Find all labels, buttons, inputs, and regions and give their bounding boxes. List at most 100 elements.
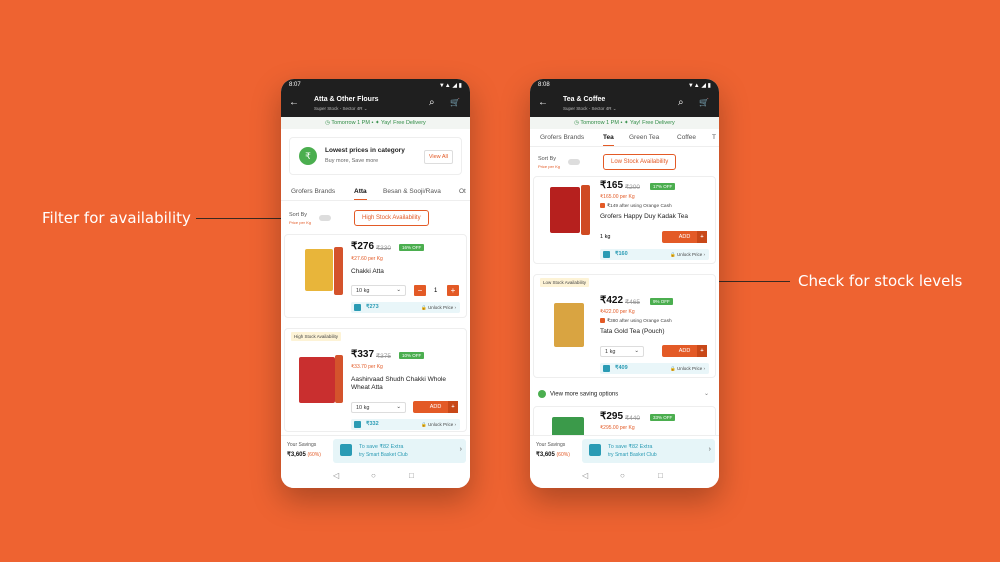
product-image[interactable]	[299, 357, 335, 403]
nav-recent-icon[interactable]: □	[409, 471, 414, 480]
discount-badge: 16% OFF	[399, 244, 425, 251]
store-subtitle[interactable]: Super Stock - Sector 4R ⌄	[314, 106, 368, 112]
unlock-price-link[interactable]: 🔒 Unlock Price ›	[670, 252, 705, 258]
product-mrp: ₹200	[625, 184, 640, 191]
sort-toggle[interactable]	[568, 159, 580, 165]
phone-atta: 8:07 ▼▲ ◢ ▮ ← Atta & Other Flours Super S…	[281, 79, 470, 488]
more-saving-label: View more saving options	[550, 391, 619, 398]
price-per-kg: ₹422.00 per Kg	[600, 309, 635, 315]
price-per-kg: ₹295.00 per Kg	[600, 425, 635, 431]
unlock-price-link[interactable]: 🔒 Unlock Price ›	[421, 422, 456, 428]
club-price-bar[interactable]: ₹332 🔒 Unlock Price ›	[351, 419, 460, 430]
sort-toggle[interactable]	[319, 215, 331, 221]
delivery-separator: •	[620, 120, 623, 126]
product-mrp: ₹440	[625, 415, 640, 422]
pack-size-select[interactable]: 1 kg ⌄	[600, 346, 644, 357]
club-icon	[354, 304, 361, 311]
tab-other[interactable]: T	[712, 134, 716, 141]
orange-cash-note: ₹380 after using Orange Cash	[600, 318, 672, 324]
pack-size-value: 1 kg	[605, 349, 616, 355]
product-price: ₹276	[351, 241, 375, 252]
product-image[interactable]	[305, 249, 333, 291]
product-image[interactable]	[550, 187, 580, 233]
add-button[interactable]: ADD +	[662, 345, 707, 357]
cart-icon[interactable]: 🛒	[699, 98, 709, 107]
club-icon	[603, 365, 610, 372]
store-subtitle[interactable]: Super Stock - Sector 4R ⌄	[563, 106, 617, 112]
product-price: ₹422	[600, 295, 624, 306]
page-title: Atta & Other Flours	[314, 96, 379, 103]
search-icon[interactable]: ⌕	[429, 97, 435, 108]
stock-badge: Low Stock Availability	[540, 278, 589, 287]
club-price: ₹332	[366, 421, 379, 427]
orange-cash-text: ₹149 after using Orange Cash	[607, 203, 672, 209]
tab-grofers-brands[interactable]: Grofers Brands	[540, 134, 584, 141]
smart-basket-banner[interactable]: To save ₹82 Extra try Smart Basket Club …	[333, 439, 466, 463]
filter-chip-high-stock[interactable]: High Stock Availability	[354, 210, 429, 226]
tab-atta[interactable]: Atta	[354, 188, 367, 200]
product-image[interactable]	[554, 303, 584, 347]
tab-grofers-brands[interactable]: Grofers Brands	[291, 188, 335, 195]
orange-cash-note: ₹149 after using Orange Cash	[600, 203, 672, 209]
chevron-down-icon: ⌄	[612, 106, 617, 111]
back-arrow-icon[interactable]: ←	[538, 97, 548, 108]
product-name[interactable]: Tata Gold Tea (Pouch)	[600, 328, 705, 336]
tab-coffee[interactable]: Coffee	[677, 134, 696, 141]
unlock-price-link[interactable]: 🔒 Unlock Price ›	[670, 366, 705, 372]
nav-back-icon[interactable]: ◁	[333, 471, 339, 480]
unlock-price-link[interactable]: 🔒 Unlock Price ›	[421, 305, 456, 311]
tab-besan-sooji[interactable]: Besan & Sooji/Rava	[383, 188, 441, 195]
quantity-value: 1	[434, 288, 438, 294]
pack-size-select[interactable]: 10 kg ⌄	[351, 285, 406, 296]
product-mrp: ₹465	[625, 299, 640, 306]
app-header: ← Atta & Other Flours Super Stock - Sect…	[281, 91, 470, 117]
back-arrow-icon[interactable]: ←	[289, 97, 299, 108]
savings-value: ₹3,605 (60%)	[536, 451, 570, 458]
tab-green-tea[interactable]: Green Tea	[629, 134, 659, 141]
product-name[interactable]: Aashirvaad Shudh Chakki Whole Wheat Atta	[351, 376, 456, 392]
stock-badge: High Stock Availability	[291, 332, 341, 341]
nav-back-icon[interactable]: ◁	[582, 471, 588, 480]
club-price: ₹160	[615, 251, 628, 257]
view-all-button[interactable]: View All	[423, 150, 453, 164]
savings-amount: ₹3,605	[536, 452, 555, 458]
cart-icon[interactable]: 🛒	[450, 98, 460, 107]
tab-tea[interactable]: Tea	[603, 134, 614, 146]
clock-icon: ◷	[574, 120, 579, 126]
more-saving-options[interactable]: View more saving options ⌄	[538, 390, 711, 398]
android-nav-bar: ◁ ○ □	[281, 465, 470, 488]
club-price-bar[interactable]: ₹160 🔒 Unlock Price ›	[600, 249, 709, 260]
filter-chip-low-stock[interactable]: Low Stock Availability	[603, 154, 677, 170]
add-button[interactable]: ADD +	[413, 401, 458, 413]
club-price-bar[interactable]: ₹409 🔒 Unlock Price ›	[600, 363, 709, 374]
increase-qty-button[interactable]: +	[447, 285, 459, 296]
nav-home-icon[interactable]: ○	[371, 471, 376, 480]
nav-home-icon[interactable]: ○	[620, 471, 625, 480]
club-price-bar[interactable]: ₹273 🔒 Unlock Price ›	[351, 302, 460, 313]
product-name[interactable]: Grofers Happy Duy Kadak Tea	[600, 213, 705, 221]
tab-other[interactable]: Ot	[459, 188, 466, 195]
price-per-kg: ₹27.60 per Kg	[351, 256, 383, 262]
pack-size-select[interactable]: 10 kg ⌄	[351, 402, 406, 413]
product-card-tata-gold: Low Stock Availability ₹422 ₹465 9% OFF …	[533, 274, 716, 378]
chevron-down-icon: ⌄	[634, 348, 639, 354]
page-title: Tea & Coffee	[563, 96, 606, 103]
status-icons: ▼▲ ◢ ▮	[438, 83, 462, 89]
savings-footer: Your Savings ₹3,605 (60%) To save ₹82 Ex…	[281, 435, 470, 465]
rupee-icon: ₹	[299, 147, 317, 165]
android-nav-bar: ◁ ○ □	[530, 465, 719, 488]
status-bar: 8:07 ▼▲ ◢ ▮	[281, 79, 470, 91]
sort-subtitle: Price per Kg	[289, 220, 312, 225]
add-button[interactable]: ADD +	[662, 231, 707, 243]
delivery-separator: •	[371, 120, 374, 126]
smart-basket-banner[interactable]: To save ₹82 Extra try Smart Basket Club …	[582, 439, 715, 463]
savings-footer: Your Savings ₹3,605 (60%) To save ₹82 Ex…	[530, 435, 719, 465]
product-name[interactable]: Chakki Atta	[351, 268, 456, 276]
pack-size-value: 10 kg	[356, 405, 370, 411]
decrease-qty-button[interactable]: −	[414, 285, 426, 296]
search-icon[interactable]: ⌕	[678, 97, 684, 108]
promo-subtitle: Buy more, Save more	[325, 158, 379, 164]
nav-recent-icon[interactable]: □	[658, 471, 663, 480]
category-tabs: Grofers Brands Atta Besan & Sooji/Rava O…	[281, 183, 470, 201]
add-label: ADD	[678, 348, 691, 354]
